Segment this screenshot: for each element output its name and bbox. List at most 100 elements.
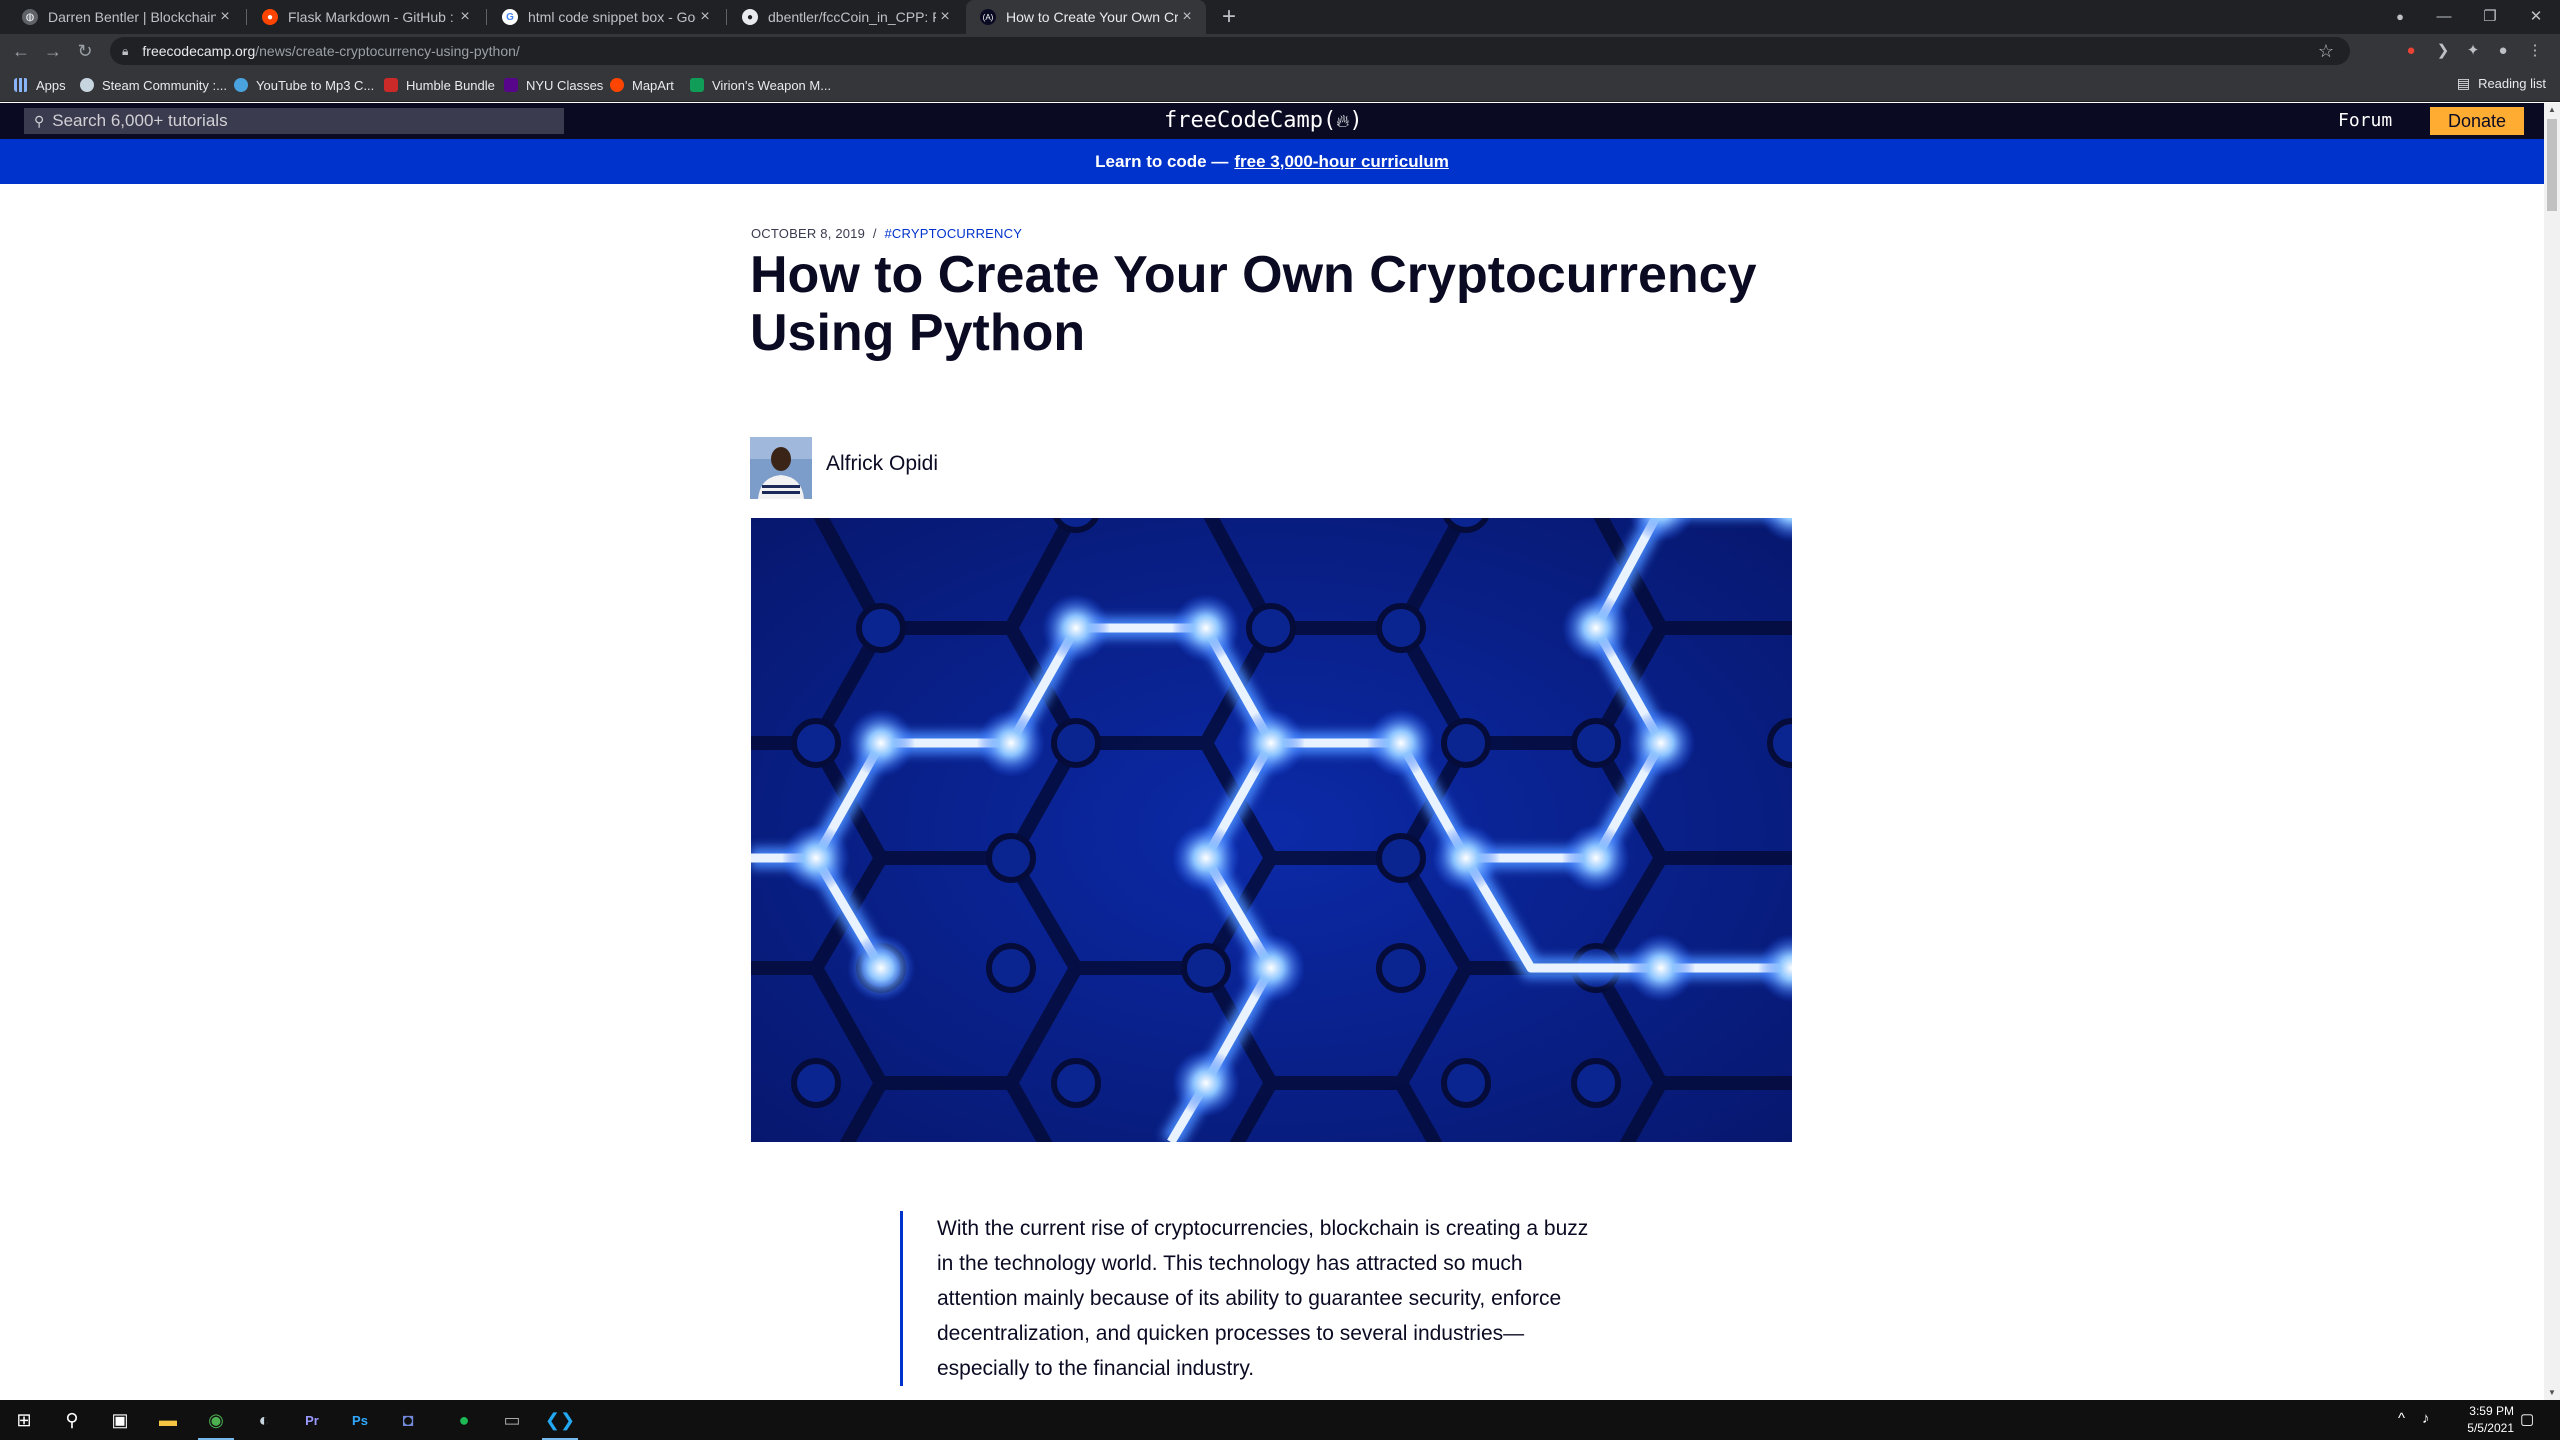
menu-kebab-icon[interactable]: ⋮	[2524, 40, 2546, 62]
tray-chevron-icon[interactable]: ^	[2398, 1410, 2405, 1427]
close-icon[interactable]: ×	[1178, 8, 1196, 26]
bookmark-apps[interactable]: Apps	[14, 75, 66, 95]
site-logo[interactable]: freeCodeCamp(🔥︎)	[1164, 108, 1363, 133]
scroll-down-arrow[interactable]: ▼	[2544, 1386, 2560, 1400]
bookmark-virion-weapon[interactable]: Virion's Weapon M...	[690, 75, 831, 95]
tab-github-repo[interactable]: ● dbentler/fccCoin_in_CPP: Free Co ×	[728, 0, 964, 34]
bookmark-mapart[interactable]: MapArt	[610, 75, 674, 95]
humble-bundle-icon	[384, 78, 398, 92]
article-hero-image	[751, 518, 1792, 1142]
search-input[interactable]: ⚲ Search 6,000+ tutorials	[24, 108, 564, 134]
bookmark-label: YouTube to Mp3 C...	[256, 77, 375, 93]
search-placeholder: Search 6,000+ tutorials	[52, 111, 228, 130]
volume-icon[interactable]: ♪	[2422, 1410, 2430, 1427]
bookmark-label: Steam Community :...	[102, 77, 227, 93]
close-icon[interactable]: ×	[936, 8, 954, 26]
url-path: /news/create-cryptocurrency-using-python…	[255, 43, 520, 59]
flame-icon: 🔥︎	[1336, 111, 1350, 132]
clock-time: 3:59 PM	[2469, 1404, 2514, 1418]
close-icon[interactable]: ×	[696, 8, 714, 26]
photoshop-icon[interactable]: Ps	[336, 1400, 384, 1440]
scroll-thumb[interactable]	[2547, 119, 2557, 211]
vscode-icon[interactable]: ❮❯	[536, 1400, 584, 1440]
author-avatar[interactable]	[750, 437, 812, 499]
extension-red-icon[interactable]: ●	[2400, 40, 2422, 62]
donate-button[interactable]: Donate	[2430, 107, 2524, 135]
start-windows-icon[interactable]: ⊞	[0, 1400, 48, 1440]
fcc-icon: (A)	[980, 9, 996, 25]
clock-date: 5/5/2021	[2467, 1421, 2514, 1435]
back-button[interactable]: ←	[8, 38, 34, 64]
close-icon[interactable]: ×	[456, 8, 474, 26]
reading-list-button[interactable]: ▤ Reading list	[2457, 75, 2546, 92]
tab-title: Flask Markdown - GitHub : flask	[288, 9, 456, 25]
close-window-button[interactable]: ✕	[2512, 0, 2560, 34]
sheets-icon	[690, 78, 704, 92]
tab-flask-markdown[interactable]: ● Flask Markdown - GitHub : flask ×	[248, 0, 484, 34]
author-photo	[750, 437, 812, 499]
notification-icon[interactable]: ▢	[2520, 1410, 2534, 1428]
tab-darren-bentler[interactable]: ◍ Darren Bentler | Blockchain ×	[8, 0, 244, 34]
premiere-pro-icon[interactable]: Pr	[288, 1400, 336, 1440]
github-icon: ●	[742, 9, 758, 25]
bookmark-nyu-classes[interactable]: NYU Classes	[504, 75, 603, 95]
file-explorer-icon[interactable]: ▬	[144, 1400, 192, 1440]
reddit-icon: ●	[262, 9, 278, 25]
article-title: How to Create Your Own Cryptocurrency Us…	[750, 246, 1757, 362]
banner-text: Learn to code —	[1095, 151, 1229, 171]
discord-icon[interactable]: ◘	[384, 1400, 432, 1440]
reading-list-icon: ▤	[2456, 75, 2471, 91]
search-icon[interactable]: ⚲	[48, 1400, 96, 1440]
author-name-link[interactable]: Alfrick Opidi	[826, 452, 938, 476]
blockchain-hexagon-image	[751, 518, 1792, 1142]
clock[interactable]: 3:59 PM 5/5/2021	[2467, 1403, 2514, 1437]
lock-icon: 🔒︎	[122, 43, 129, 58]
scroll-up-arrow[interactable]: ▲	[2544, 103, 2560, 117]
task-view-icon[interactable]: ▣	[96, 1400, 144, 1440]
tab-google-search[interactable]: G html code snippet box - Google ×	[488, 0, 724, 34]
logo-text-end: )	[1349, 108, 1363, 133]
bookmark-humble-bundle[interactable]: Humble Bundle	[384, 75, 495, 95]
steam-icon[interactable]: ◐	[240, 1400, 288, 1440]
profile-sync-icon[interactable]: ●	[2376, 0, 2424, 34]
browser-toolbar: ← → ↻ 🔒︎ freecodecamp.org/news/create-cr…	[0, 34, 2560, 68]
youtube-mp3-icon	[234, 78, 248, 92]
bookmark-steam[interactable]: Steam Community :...	[80, 75, 227, 95]
globe-icon: ◍	[22, 9, 38, 25]
new-tab-button[interactable]: +	[1215, 3, 1243, 31]
reddit-icon	[610, 78, 624, 92]
google-icon: G	[502, 9, 518, 25]
site-navbar: ⚲ Search 6,000+ tutorials freeCodeCamp(🔥…	[0, 103, 2544, 139]
profile-icon[interactable]: ●	[2492, 40, 2514, 62]
tab-separator	[486, 9, 487, 25]
forward-button[interactable]: →	[40, 38, 66, 64]
article-tag-link[interactable]: #CRYPTOCURRENCY	[884, 226, 1022, 241]
restore-button[interactable]: ❐	[2466, 0, 2514, 34]
extension-arrow-icon[interactable]: ❯	[2432, 40, 2454, 62]
article-intro-quote: With the current rise of cryptocurrencie…	[900, 1211, 1600, 1386]
forum-link[interactable]: Forum	[2338, 110, 2392, 131]
spotify-icon[interactable]: ●	[440, 1400, 488, 1440]
meta-separator: /	[872, 226, 877, 241]
nyu-icon	[504, 78, 518, 92]
article-meta: OCTOBER 8, 2019 / #CRYPTOCURRENCY	[751, 226, 1022, 241]
address-bar[interactable]: 🔒︎ freecodecamp.org/news/create-cryptocu…	[110, 37, 2350, 65]
tab-separator	[726, 9, 727, 25]
app-window-icon[interactable]: ▭	[488, 1400, 536, 1440]
logo-text: freeCodeCamp(	[1164, 108, 1337, 133]
chrome-icon[interactable]: ◉	[192, 1400, 240, 1440]
bookmark-youtube-mp3[interactable]: YouTube to Mp3 C...	[234, 75, 374, 95]
page-scrollbar[interactable]: ▲ ▼	[2544, 103, 2560, 1400]
tab-title: Darren Bentler | Blockchain	[48, 9, 216, 25]
close-icon[interactable]: ×	[216, 8, 234, 26]
curriculum-link[interactable]: free 3,000-hour curriculum	[1234, 152, 1448, 172]
bookmark-label: NYU Classes	[526, 77, 604, 93]
steam-icon	[80, 78, 94, 92]
tab-title: How to Create Your Own Crypto	[1006, 9, 1178, 25]
bookmark-star-icon[interactable]: ☆	[2318, 41, 2334, 62]
minimize-button[interactable]: —	[2420, 0, 2468, 34]
tab-title: dbentler/fccCoin_in_CPP: Free Co	[768, 9, 936, 25]
reload-button[interactable]: ↻	[72, 38, 98, 64]
extensions-puzzle-icon[interactable]: ✦	[2462, 40, 2484, 62]
tab-freecodecamp-article[interactable]: (A) How to Create Your Own Crypto ×	[966, 0, 1206, 34]
